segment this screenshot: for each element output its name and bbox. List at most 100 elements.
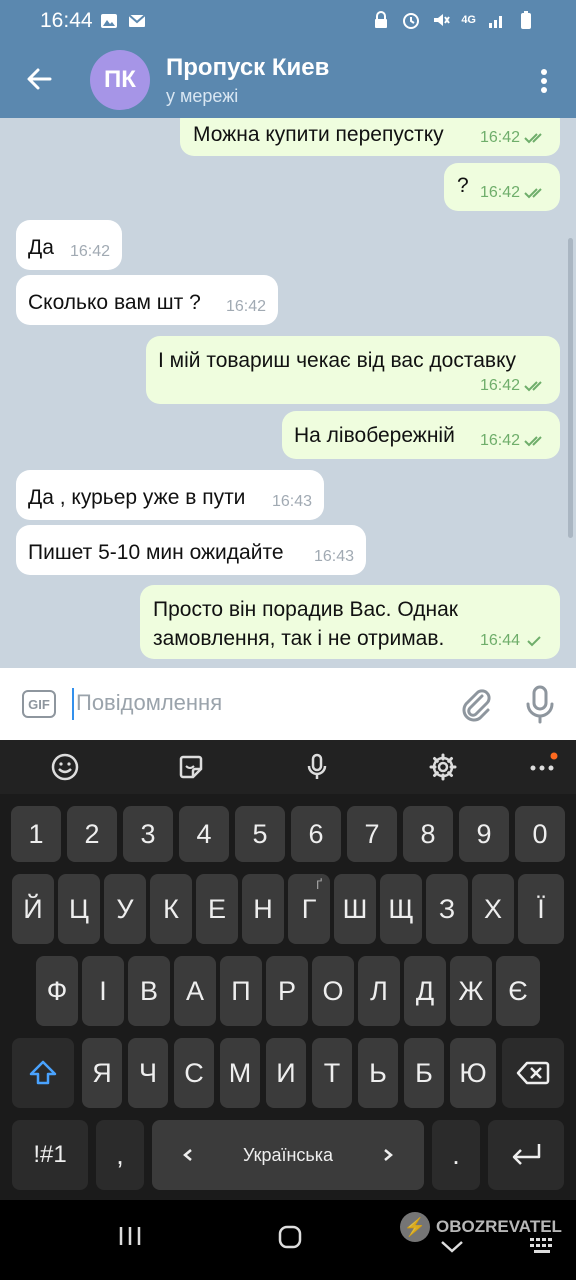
- key-5[interactable]: 5: [235, 806, 285, 862]
- status-time: 16:44: [40, 9, 93, 32]
- key-letter[interactable]: Ц: [58, 874, 100, 944]
- key-6[interactable]: 6: [291, 806, 341, 862]
- message-list[interactable]: Можна купити перепустку 16:42 ? 16:42 Да…: [0, 118, 576, 668]
- key-letter[interactable]: С: [174, 1038, 214, 1108]
- key-letter[interactable]: Я: [82, 1038, 122, 1108]
- key-2[interactable]: 2: [67, 806, 117, 862]
- more-tools-icon[interactable]: [528, 752, 558, 782]
- alarm-icon: [403, 13, 420, 29]
- gif-button[interactable]: GIF: [22, 690, 56, 718]
- outgoing-message[interactable]: Можна купити перепустку 16:42: [180, 118, 560, 156]
- space-key[interactable]: Українська: [152, 1120, 424, 1190]
- key-letter-g[interactable]: Г Ґ: [288, 874, 330, 944]
- key-letter[interactable]: Ь: [358, 1038, 398, 1108]
- settings-gear-icon[interactable]: [428, 752, 458, 782]
- incoming-message[interactable]: Да 16:42: [16, 220, 122, 270]
- key-letter[interactable]: Ю: [450, 1038, 496, 1108]
- message-time: 16:42: [479, 377, 520, 394]
- message-composer: GIF Повідомлення: [0, 668, 576, 740]
- read-checkmarks-icon: [524, 187, 542, 198]
- back-arrow-icon[interactable]: [24, 64, 54, 94]
- key-letter[interactable]: В: [128, 956, 170, 1026]
- key-letter[interactable]: Т: [312, 1038, 352, 1108]
- more-options-icon[interactable]: [534, 66, 554, 96]
- symbols-key[interactable]: !#1: [12, 1120, 88, 1190]
- key-long-press-hint: Ґ: [316, 878, 322, 892]
- emoji-icon[interactable]: [50, 752, 80, 782]
- hide-keyboard-chevron-icon[interactable]: [440, 1240, 464, 1254]
- shift-icon: [29, 1060, 57, 1085]
- key-label: Г: [301, 893, 317, 924]
- key-letter[interactable]: Д: [404, 956, 446, 1026]
- sticker-icon[interactable]: [176, 752, 206, 782]
- enter-key[interactable]: [488, 1120, 564, 1190]
- read-checkmarks-icon: [524, 132, 542, 143]
- outgoing-message[interactable]: На лівобережній 16:42: [282, 411, 560, 459]
- key-letter[interactable]: І: [82, 956, 124, 1026]
- message-input[interactable]: Повідомлення: [76, 690, 222, 716]
- chevron-right-icon: [384, 1149, 393, 1161]
- outgoing-message[interactable]: Просто він порадив Вас. Однак замовлення…: [140, 585, 560, 659]
- microphone-icon[interactable]: [522, 684, 558, 724]
- keyboard: 1 2 3 4 5 6 7 8 9 0 Й Ц У К Е Н Г Ґ Ш Щ …: [0, 740, 576, 1200]
- key-8[interactable]: 8: [403, 806, 453, 862]
- key-4[interactable]: 4: [179, 806, 229, 862]
- key-letter[interactable]: Є: [496, 956, 540, 1026]
- recent-apps-icon[interactable]: [118, 1224, 142, 1248]
- contact-avatar[interactable]: ПК: [90, 50, 150, 110]
- message-time: 16:42: [69, 243, 110, 260]
- message-text: І мій товариш чекає від вас доставку: [158, 349, 517, 372]
- key-letter[interactable]: Л: [358, 956, 400, 1026]
- key-letter[interactable]: Ш: [334, 874, 376, 944]
- shift-key[interactable]: [12, 1038, 74, 1108]
- incoming-message[interactable]: Да , курьер уже в пути 16:43: [16, 470, 324, 520]
- key-letter[interactable]: Ф: [36, 956, 78, 1026]
- key-3[interactable]: 3: [123, 806, 173, 862]
- key-letter[interactable]: М: [220, 1038, 260, 1108]
- outgoing-message[interactable]: І мій товариш чекає від вас доставку 16:…: [146, 336, 560, 404]
- text-cursor: [72, 688, 74, 720]
- key-9[interactable]: 9: [459, 806, 509, 862]
- key-letter[interactable]: И: [266, 1038, 306, 1108]
- contact-name[interactable]: Пропуск Киев: [166, 54, 329, 82]
- outgoing-message[interactable]: ? 16:42: [444, 163, 560, 211]
- incoming-message[interactable]: Пишет 5-10 мин ожидайте 16:43: [16, 525, 366, 575]
- key-letter[interactable]: Ж: [450, 956, 492, 1026]
- key-letter[interactable]: З: [426, 874, 468, 944]
- signal-icon: [489, 16, 502, 28]
- key-letter[interactable]: А: [174, 956, 216, 1026]
- lock-icon: [375, 11, 388, 28]
- message-time: 16:43: [271, 493, 312, 510]
- home-icon[interactable]: [276, 1224, 304, 1250]
- message-text: Пишет 5-10 мин ожидайте: [28, 541, 284, 564]
- key-letter[interactable]: Ї: [518, 874, 564, 944]
- period-key[interactable]: .: [432, 1120, 480, 1190]
- keyboard-toolbar: [0, 740, 576, 794]
- key-letter[interactable]: Р: [266, 956, 308, 1026]
- key-letter[interactable]: К: [150, 874, 192, 944]
- message-time: 16:42: [479, 129, 520, 146]
- chat-scrollbar[interactable]: [568, 238, 573, 538]
- incoming-message[interactable]: Сколько вам шт ? 16:42: [16, 275, 278, 325]
- key-letter[interactable]: Е: [196, 874, 238, 944]
- key-0[interactable]: 0: [515, 806, 565, 862]
- key-letter[interactable]: Б: [404, 1038, 444, 1108]
- comma-key[interactable]: ,: [96, 1120, 144, 1190]
- key-7[interactable]: 7: [347, 806, 397, 862]
- attach-icon[interactable]: [458, 686, 492, 722]
- key-letter[interactable]: П: [220, 956, 262, 1026]
- sent-checkmark-icon: [527, 635, 541, 646]
- key-letter[interactable]: Х: [472, 874, 514, 944]
- key-letter[interactable]: У: [104, 874, 146, 944]
- key-letter[interactable]: Ч: [128, 1038, 168, 1108]
- enter-icon: [512, 1144, 541, 1165]
- key-letter[interactable]: Н: [242, 874, 284, 944]
- key-letter[interactable]: Й: [12, 874, 54, 944]
- key-letter[interactable]: Щ: [380, 874, 422, 944]
- key-letter[interactable]: О: [312, 956, 354, 1026]
- voice-input-icon[interactable]: [302, 752, 332, 782]
- backspace-key[interactable]: [502, 1038, 564, 1108]
- message-text: Сколько вам шт ?: [28, 291, 201, 314]
- backspace-icon: [516, 1061, 550, 1085]
- key-1[interactable]: 1: [11, 806, 61, 862]
